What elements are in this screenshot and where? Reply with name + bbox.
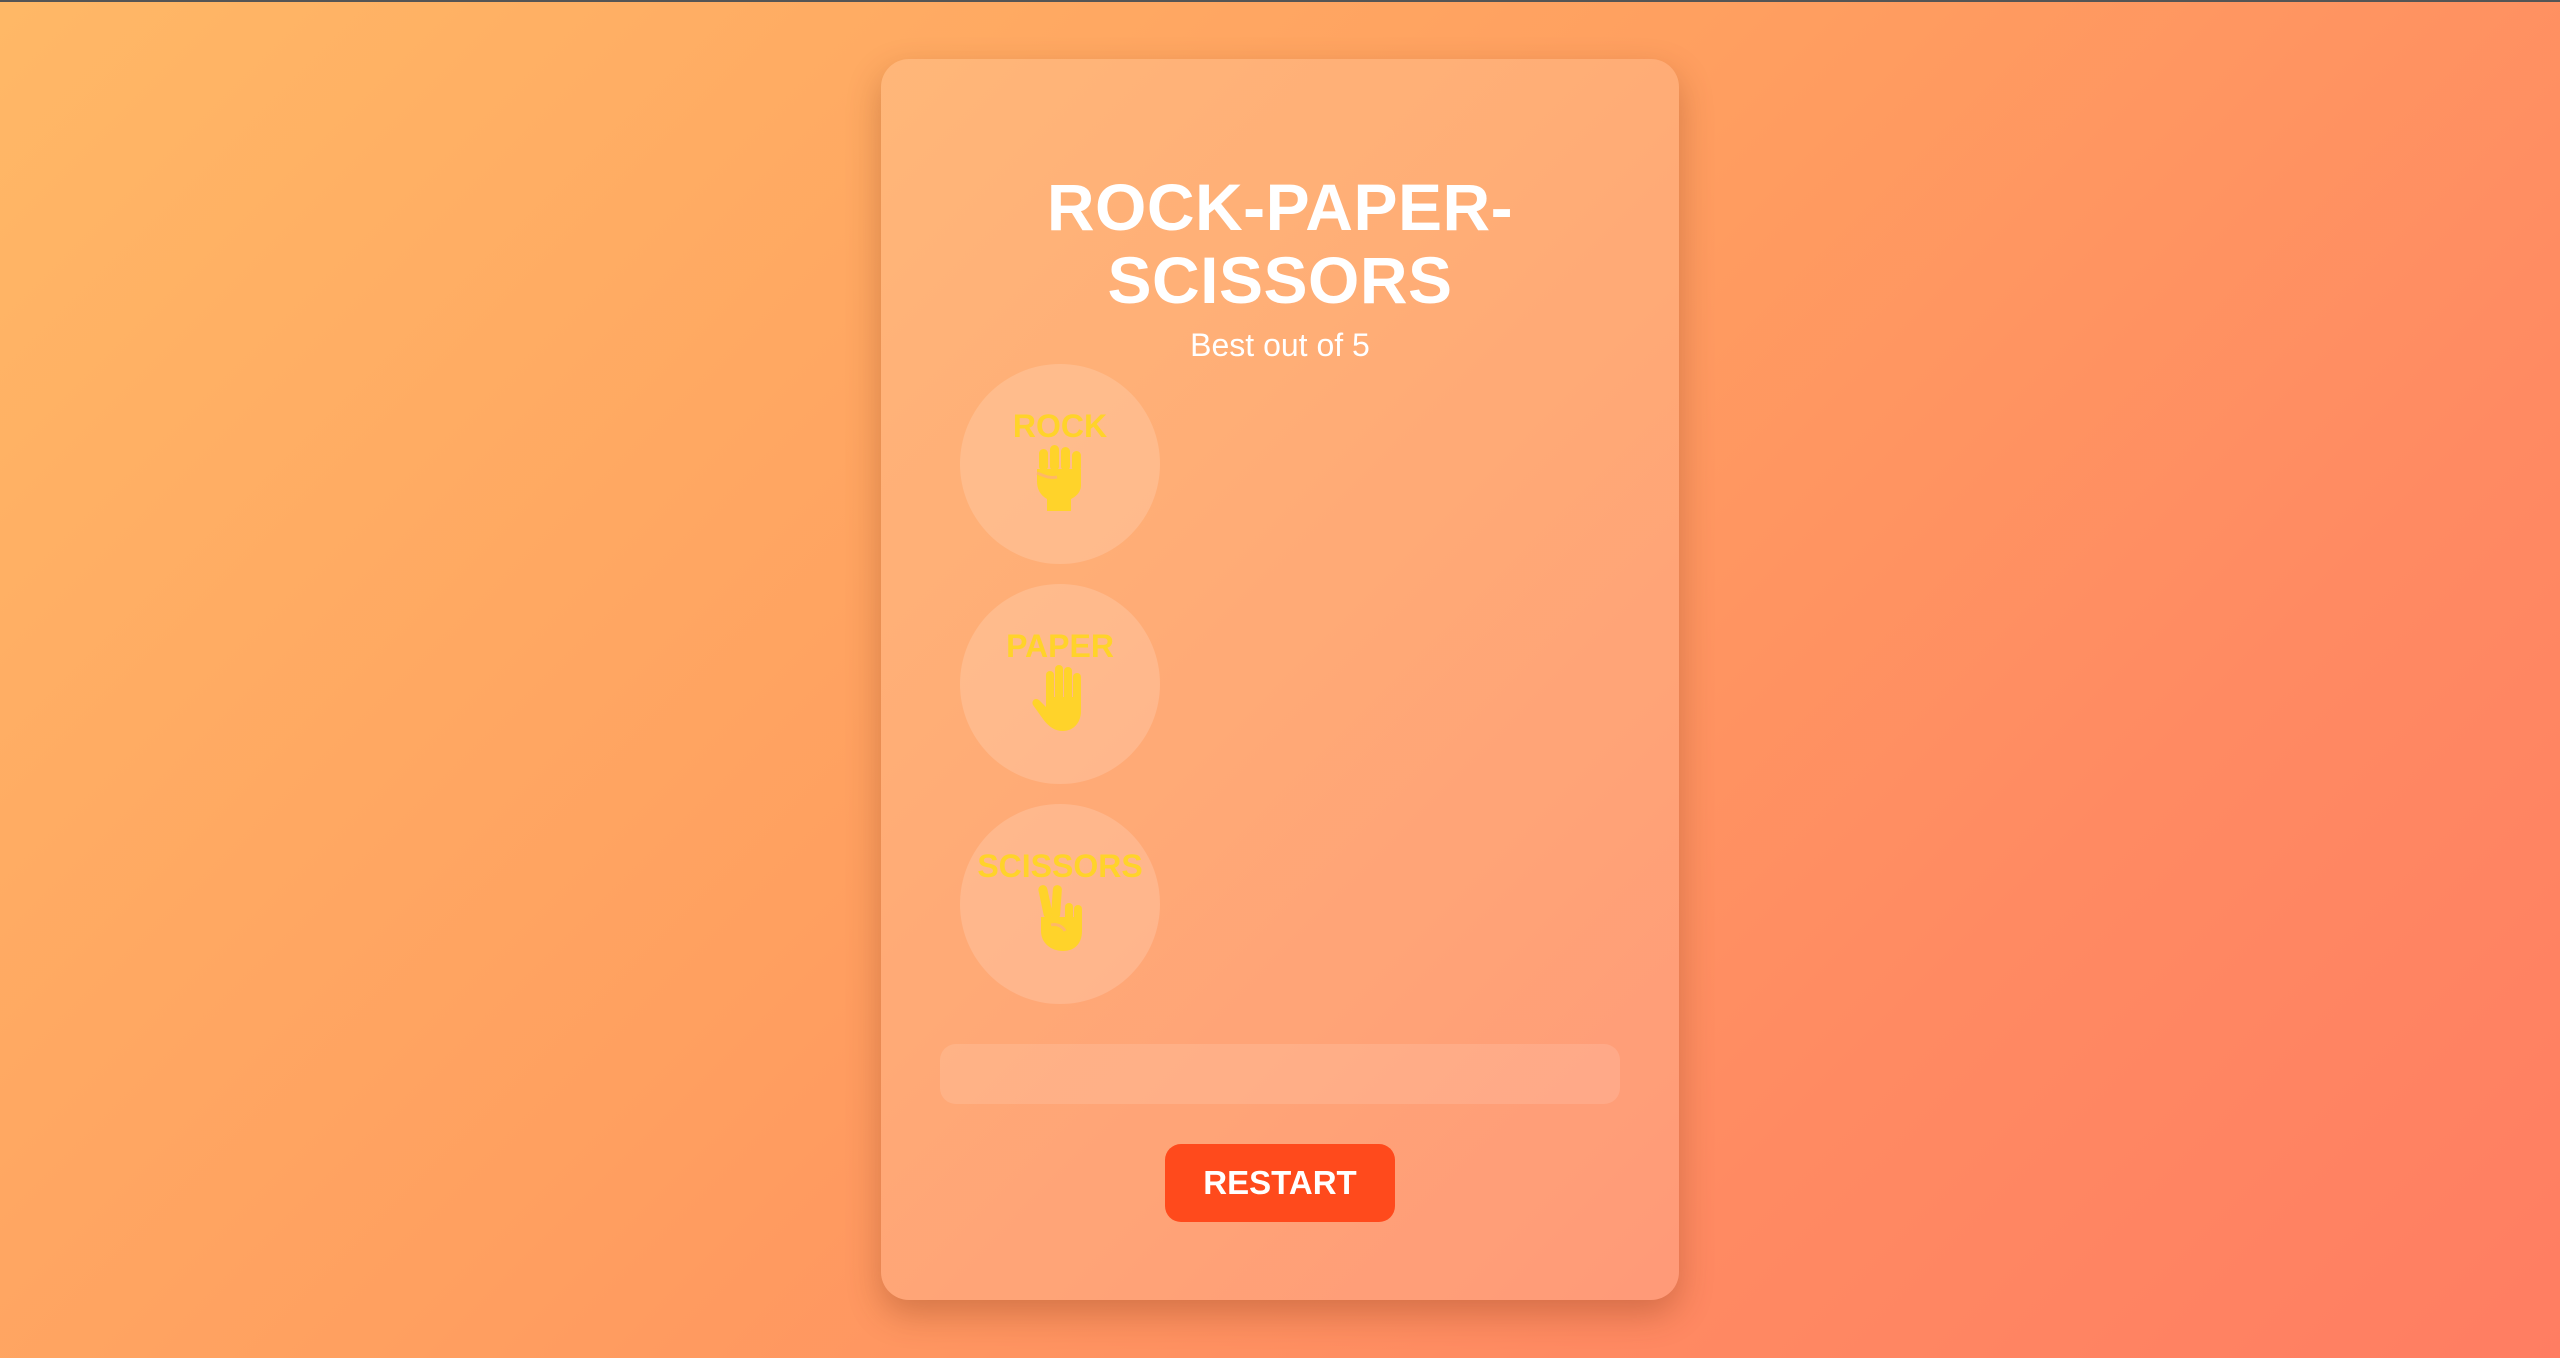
result-message [940, 1044, 1620, 1104]
rock-label: ROCK [1012, 408, 1108, 444]
game-subtitle: Best out of 5 [1190, 327, 1370, 363]
victory-hand-icon [1038, 885, 1082, 951]
game-title-line-2: SCISSORS [1107, 243, 1453, 317]
paper-choice-button[interactable]: PAPER [960, 584, 1160, 784]
restart-button[interactable]: RESTART [1165, 1144, 1395, 1222]
paper-label: PAPER [1006, 628, 1114, 664]
raised-fist-icon [1036, 445, 1081, 511]
scissors-choice-button[interactable]: SCISSORS [960, 804, 1160, 1004]
game-title: ROCK-PAPER- SCISSORS [881, 171, 1679, 317]
raised-hand-icon [1032, 665, 1081, 731]
game-card: ROCK-PAPER- SCISSORS Best out of 5 ROCK … [881, 59, 1679, 1300]
game-title-line-1: ROCK-PAPER- [1046, 170, 1514, 244]
window-top-border [0, 0, 2560, 2]
rock-choice-button[interactable]: ROCK [960, 364, 1160, 564]
scissors-label: SCISSORS [977, 848, 1143, 884]
